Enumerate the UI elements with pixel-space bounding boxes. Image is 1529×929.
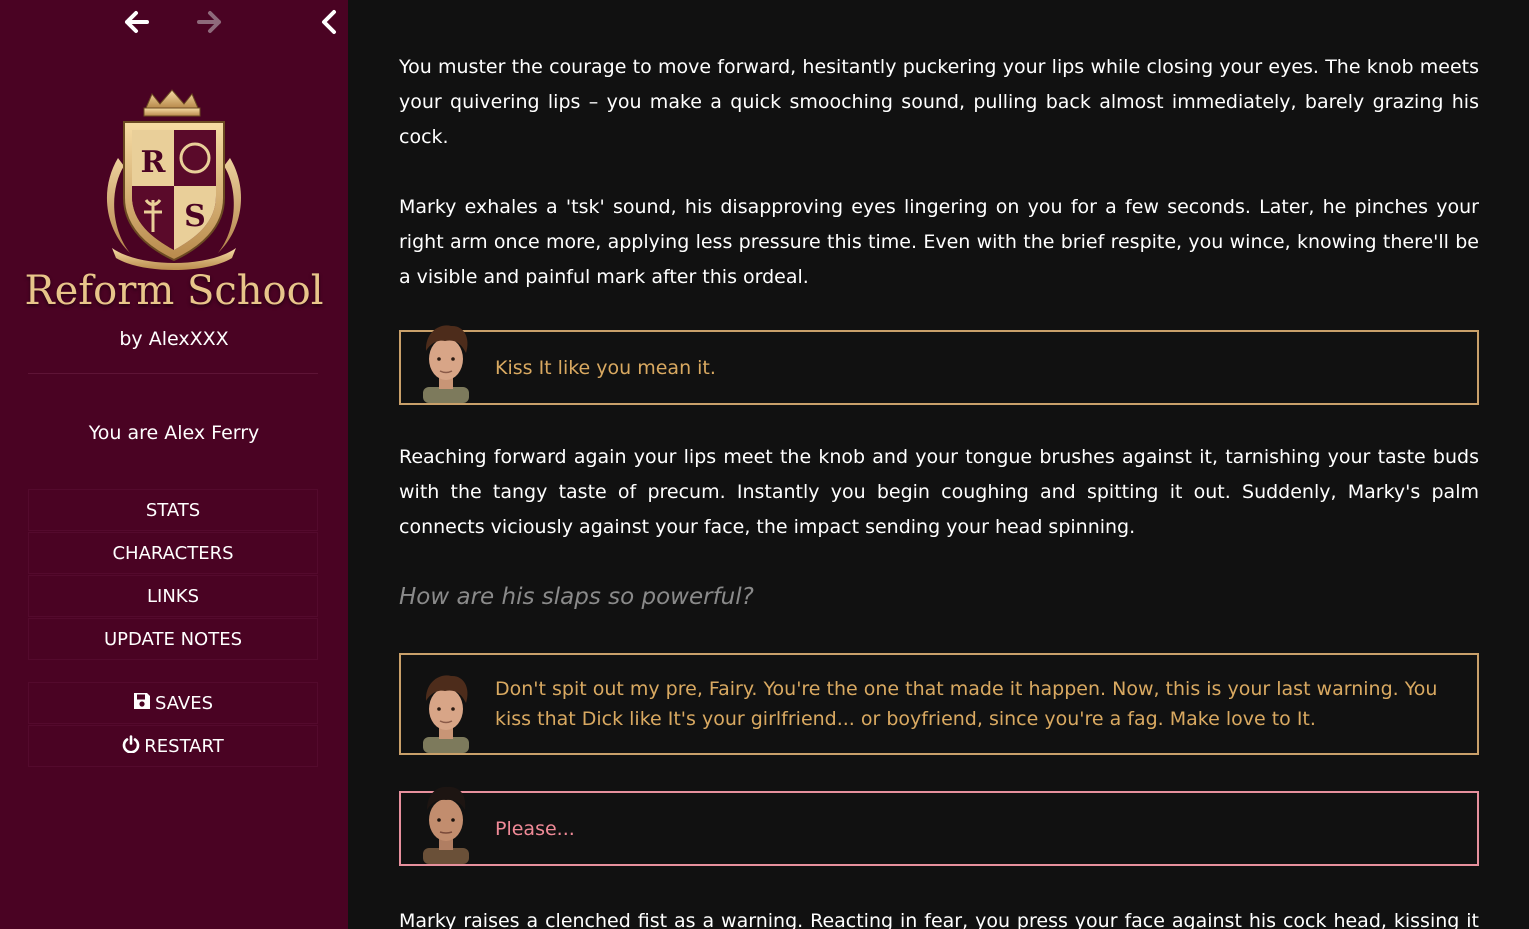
power-icon xyxy=(122,734,140,758)
svg-text:R: R xyxy=(141,145,167,180)
marky-avatar xyxy=(415,321,477,403)
menu-characters-button[interactable]: CHARACTERS xyxy=(28,532,318,574)
menu-links-button[interactable]: LINKS xyxy=(28,575,318,617)
game-title: Reform School xyxy=(24,268,324,314)
chevron-left-icon xyxy=(322,10,336,34)
svg-text:S: S xyxy=(184,199,206,234)
dialog-box-marky-1: Kiss It like you mean it. xyxy=(399,325,1479,405)
player-avatar xyxy=(415,782,477,864)
sidebar: R S Reform School by AlexXXX You are Ale… xyxy=(0,0,348,929)
sidebar-divider xyxy=(28,373,318,374)
dialog-box-player: Please... xyxy=(399,786,1479,866)
dialog-box-marky-2: Don't spit out my pre, Fairy. You're the… xyxy=(399,653,1479,755)
saves-button[interactable]: SAVES xyxy=(28,682,318,724)
inner-thought: How are his slaps so powerful? xyxy=(399,584,754,610)
menu-update-notes-button[interactable]: UPDATE NOTES xyxy=(28,618,318,660)
game-window: R S Reform School by AlexXXX You are Ale… xyxy=(0,0,1529,929)
back-button[interactable] xyxy=(117,4,157,40)
floppy-disk-icon xyxy=(133,692,151,715)
story-paragraph-4: Marky raises a clenched fist as a warnin… xyxy=(399,910,1479,929)
player-name-label: You are Alex Ferry xyxy=(88,422,260,444)
crown-icon xyxy=(143,89,201,117)
menu-stats-button[interactable]: STATS xyxy=(28,489,318,531)
saves-label: SAVES xyxy=(154,692,214,714)
story-paragraph-1: You muster the courage to move forward, … xyxy=(399,56,1479,148)
main-menu: STATS CHARACTERS LINKS UPDATE NOTES xyxy=(28,489,318,661)
story-paragraph-3: Reaching forward again your lips meet th… xyxy=(399,446,1479,538)
forward-button[interactable] xyxy=(189,4,229,40)
save-menu: SAVES RESTART xyxy=(28,682,318,768)
arrow-left-icon xyxy=(125,11,149,33)
story-passage: You muster the courage to move forward, … xyxy=(399,50,1479,929)
dialog-text: Please... xyxy=(495,817,575,840)
game-logo: R S xyxy=(0,88,348,273)
arrow-right-icon xyxy=(197,11,221,33)
game-author: by AlexXXX xyxy=(119,328,229,350)
dialog-text: Don't spit out my pre, Fairy. You're the… xyxy=(495,678,1438,730)
restart-label: RESTART xyxy=(144,735,224,757)
collapse-sidebar-button[interactable] xyxy=(309,4,349,40)
story-paragraph-2: Marky exhales a 'tsk' sound, his disappr… xyxy=(399,196,1479,288)
dialog-text: Kiss It like you mean it. xyxy=(495,356,716,379)
restart-button[interactable]: RESTART xyxy=(28,725,318,767)
marky-avatar xyxy=(415,671,477,753)
